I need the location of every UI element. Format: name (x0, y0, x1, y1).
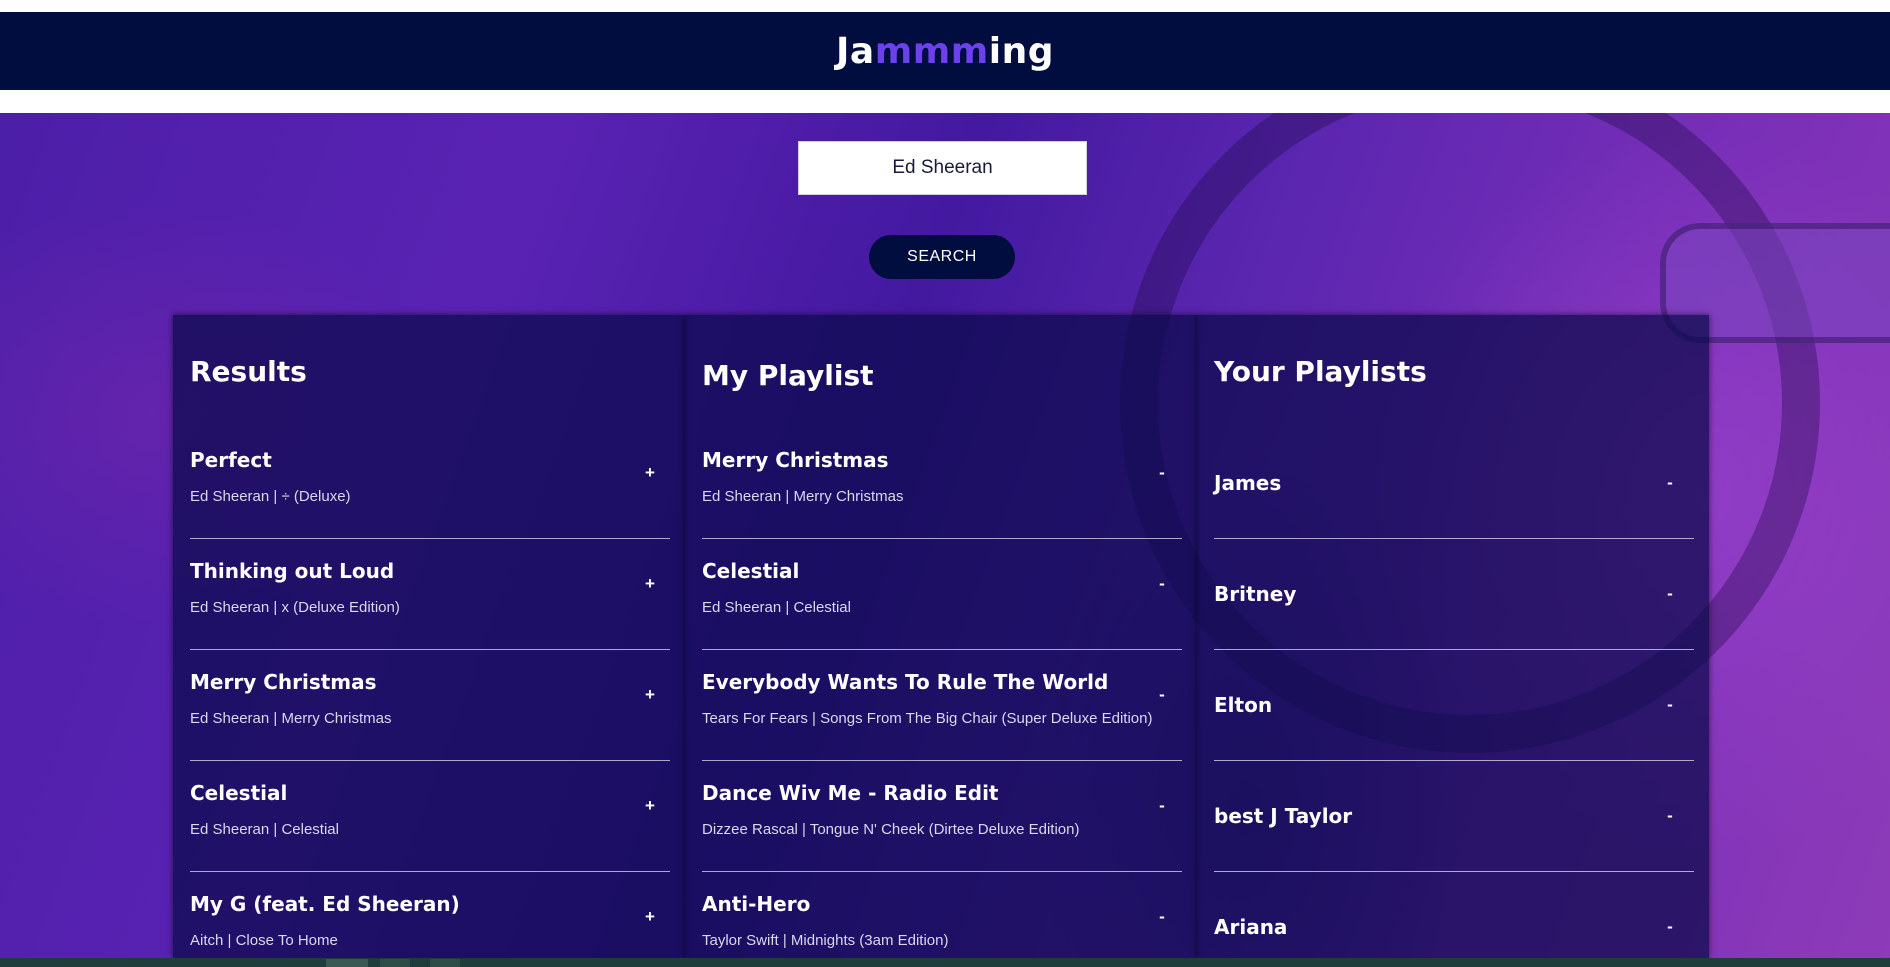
your-playlists-title: Your Playlists (1214, 355, 1427, 388)
app-header: Jammming (0, 12, 1890, 90)
playlist-track: Everybody Wants To Rule The World Tears … (702, 650, 1182, 761)
playlist-track: Dance Wiv Me - Radio Edit Dizzee Rascal … (702, 761, 1182, 872)
track-artist-album: Ed Sheeran | x (Deluxe Edition) (190, 599, 400, 616)
track-name: Merry Christmas (190, 670, 377, 694)
track-name: Celestial (190, 781, 288, 805)
add-track-button[interactable]: + (638, 793, 662, 819)
remove-track-button[interactable]: - (1150, 571, 1174, 597)
playlist-list-item[interactable]: Ariana - (1214, 872, 1694, 958)
my-playlist-title: My Playlist (702, 359, 874, 392)
search-box[interactable] (798, 141, 1087, 195)
add-track-button[interactable]: + (638, 571, 662, 597)
app-logo: Jammming (836, 31, 1054, 72)
playlist-name[interactable]: best J Taylor (1214, 804, 1352, 828)
remove-playlist-button[interactable]: - (1658, 803, 1682, 829)
track-name: My G (feat. Ed Sheeran) (190, 892, 460, 916)
results-panel: Results Perfect Ed Sheeran | ÷ (Deluxe) … (173, 315, 685, 958)
remove-track-button[interactable]: - (1150, 793, 1174, 819)
playlist-list-item[interactable]: James - (1214, 428, 1694, 539)
your-playlists-panel: Your Playlists James - Britney - Elton -… (1197, 315, 1709, 958)
track-artist-album: Tears For Fears | Songs From The Big Cha… (702, 710, 1153, 727)
search-button[interactable]: SEARCH (869, 235, 1015, 279)
result-track: Thinking out Loud Ed Sheeran | x (Deluxe… (190, 539, 670, 650)
add-track-button[interactable]: + (638, 682, 662, 708)
logo-part-2: mmm (874, 30, 989, 72)
logo-part-1: Ja (836, 30, 875, 72)
track-name: Thinking out Loud (190, 559, 395, 583)
add-track-button[interactable]: + (638, 904, 662, 930)
playlist-name[interactable]: Elton (1214, 693, 1272, 717)
playlist-name[interactable]: James (1214, 471, 1281, 495)
playlist-list-item[interactable]: best J Taylor - (1214, 761, 1694, 872)
add-track-button[interactable]: + (638, 460, 662, 486)
playlist-track: Merry Christmas Ed Sheeran | Merry Chris… (702, 428, 1182, 539)
playlist-track: Celestial Ed Sheeran | Celestial - (702, 539, 1182, 650)
track-artist-album: Dizzee Rascal | Tongue N' Cheek (Dirtee … (702, 821, 1080, 838)
remove-track-button[interactable]: - (1150, 682, 1174, 708)
remove-playlist-button[interactable]: - (1658, 914, 1682, 940)
track-name: Celestial (702, 559, 800, 583)
track-name: Anti-Hero (702, 892, 811, 916)
remove-track-button[interactable]: - (1150, 460, 1174, 486)
playlist-track: Anti-Hero Taylor Swift | Midnights (3am … (702, 872, 1182, 958)
track-artist-album: Aitch | Close To Home (190, 932, 338, 949)
playlist-name[interactable]: Britney (1214, 582, 1296, 606)
taskbar-app-icon[interactable] (430, 959, 460, 967)
track-artist-album: Ed Sheeran | ÷ (Deluxe) (190, 488, 351, 505)
track-name: Merry Christmas (702, 448, 889, 472)
result-track: Perfect Ed Sheeran | ÷ (Deluxe) + (190, 428, 670, 539)
track-artist-album: Taylor Swift | Midnights (3am Edition) (702, 932, 949, 949)
os-taskbar (0, 958, 1890, 967)
track-name: Dance Wiv Me - Radio Edit (702, 781, 999, 805)
track-artist-album: Ed Sheeran | Merry Christmas (702, 488, 904, 505)
logo-part-3: ing (988, 30, 1054, 72)
remove-track-button[interactable]: - (1150, 904, 1174, 930)
search-input[interactable] (799, 142, 1086, 194)
remove-playlist-button[interactable]: - (1658, 581, 1682, 607)
playlist-name[interactable]: Ariana (1214, 915, 1287, 939)
track-name: Everybody Wants To Rule The World (702, 670, 1109, 694)
playlist-list-item[interactable]: Elton - (1214, 650, 1694, 761)
playlist-list-item[interactable]: Britney - (1214, 539, 1694, 650)
taskbar-app-icon[interactable] (380, 959, 410, 967)
my-playlist-panel: My Playlist Merry Christmas Ed Sheeran |… (685, 315, 1197, 958)
track-artist-album: Ed Sheeran | Celestial (190, 821, 339, 838)
track-artist-album: Ed Sheeran | Celestial (702, 599, 851, 616)
remove-playlist-button[interactable]: - (1658, 692, 1682, 718)
taskbar-app-icon[interactable] (326, 959, 368, 967)
result-track: Celestial Ed Sheeran | Celestial + (190, 761, 670, 872)
results-title: Results (190, 355, 307, 388)
track-name: Perfect (190, 448, 272, 472)
remove-playlist-button[interactable]: - (1658, 470, 1682, 496)
track-artist-album: Ed Sheeran | Merry Christmas (190, 710, 392, 727)
result-track: Merry Christmas Ed Sheeran | Merry Chris… (190, 650, 670, 761)
result-track: My G (feat. Ed Sheeran) Aitch | Close To… (190, 872, 670, 958)
